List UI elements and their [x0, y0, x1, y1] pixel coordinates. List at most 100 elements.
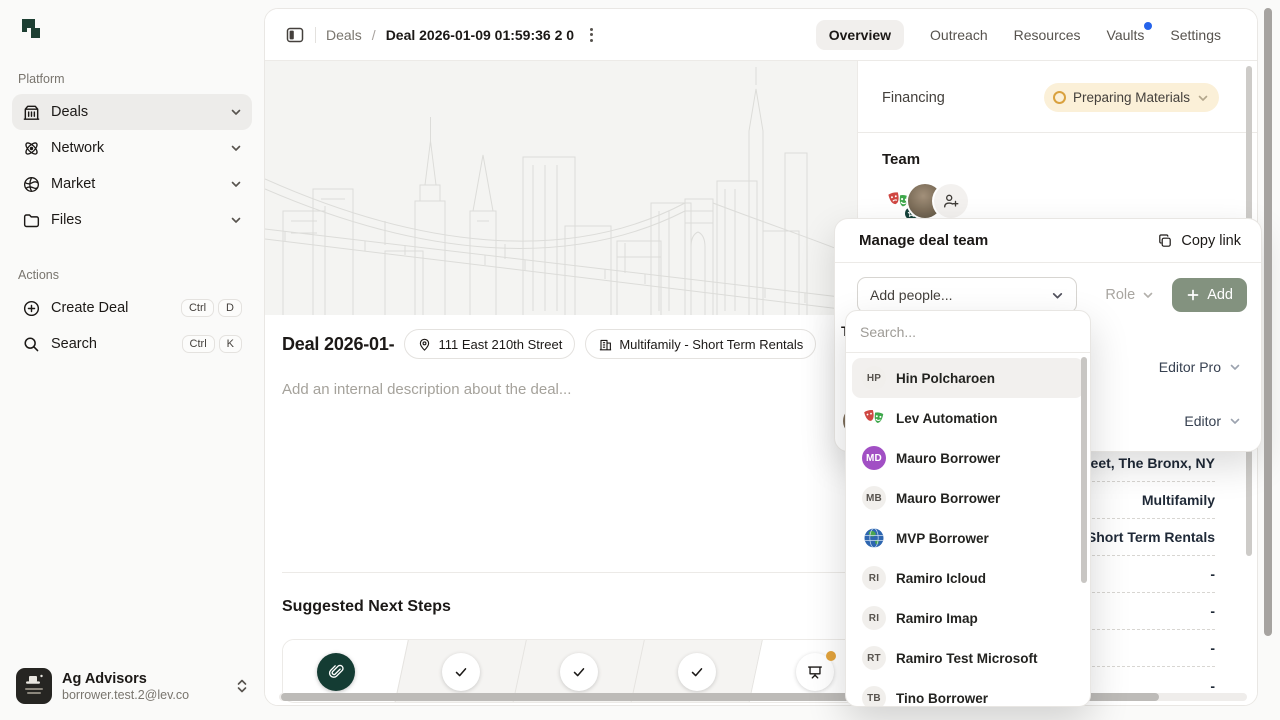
actions-section-label: Actions	[18, 268, 246, 282]
check-icon	[570, 663, 588, 681]
people-search-dropdown: HP Hin Polcharoen Lev Automation MD Maur…	[845, 310, 1091, 707]
search-icon	[22, 335, 41, 354]
tab-overview[interactable]: Overview	[816, 20, 904, 50]
tab-bar: Overview Outreach Resources Vaults Setti…	[816, 20, 1237, 50]
add-people-select[interactable]: Add people...	[857, 277, 1077, 313]
divider	[858, 132, 1257, 133]
popover-header: Manage deal team Copy link	[835, 219, 1261, 263]
property-type-chip[interactable]: Multifamily - Short Term Rentals	[585, 329, 816, 359]
chevron-down-icon	[230, 214, 242, 226]
member-role-select[interactable]: Editor	[1184, 413, 1241, 429]
avatar: HP	[862, 366, 886, 390]
status-ring-icon	[1053, 91, 1066, 104]
next-steps-title: Suggested Next Steps	[282, 598, 451, 616]
address-chip[interactable]: 111 East 210th Street	[404, 329, 575, 359]
network-icon	[22, 139, 41, 158]
chevron-down-icon	[230, 142, 242, 154]
sidebar-item-market[interactable]: Market	[12, 166, 252, 202]
page-scrollbar-thumb[interactable]	[1264, 8, 1272, 636]
financing-status: Preparing Materials	[1073, 90, 1190, 105]
paperclip-icon	[327, 663, 345, 681]
chevron-down-icon	[230, 178, 242, 190]
role-select[interactable]: Role	[1105, 287, 1154, 303]
workspace-switcher[interactable]: Ag Advisors borrower.test.2@lev.co	[12, 664, 252, 708]
chevron-down-icon	[1197, 92, 1209, 104]
list-item[interactable]: RI Ramiro Icloud	[852, 558, 1084, 598]
tab-settings[interactable]: Settings	[1170, 20, 1221, 50]
location-pin-icon	[417, 337, 432, 352]
step-attach-button[interactable]	[317, 653, 355, 691]
list-item[interactable]: RI Ramiro Imap	[852, 598, 1084, 638]
workspace-name: Ag Advisors	[62, 670, 189, 688]
list-item[interactable]: MB Mauro Borrower	[852, 478, 1084, 518]
description-placeholder[interactable]: Add an internal description about the de…	[282, 381, 571, 398]
deal-overview-column: Deal 2026-01- 111 East 210th Street Mult…	[265, 61, 857, 705]
sidebar-item-deals[interactable]: Deals	[12, 94, 252, 130]
tab-resources[interactable]: Resources	[1014, 20, 1081, 50]
breadcrumb-separator: /	[372, 27, 376, 43]
sidebar-item-label: Network	[51, 140, 104, 156]
search-button[interactable]: Search Ctrl K	[12, 326, 252, 362]
workspace-email: borrower.test.2@lev.co	[62, 688, 189, 702]
check-icon	[452, 663, 470, 681]
building-icon	[598, 337, 613, 352]
avatar: RI	[862, 606, 886, 630]
folder-icon	[22, 211, 41, 230]
chevron-down-icon	[1142, 289, 1154, 301]
add-button[interactable]: Add	[1172, 278, 1247, 312]
chevron-down-icon	[230, 106, 242, 118]
avatar: MD	[862, 446, 886, 470]
list-item[interactable]: MD Mauro Borrower	[852, 438, 1084, 478]
deal-title: Deal 2026-01-	[282, 334, 394, 355]
people-search-input[interactable]	[860, 324, 1076, 340]
popover-title: Manage deal team	[859, 232, 988, 249]
kebab-menu-icon[interactable]	[584, 22, 599, 48]
step-check-button[interactable]	[442, 653, 480, 691]
list-item[interactable]: MVP Borrower	[852, 518, 1084, 558]
presentation-icon	[806, 663, 824, 681]
step-check-button[interactable]	[560, 653, 598, 691]
person-plus-icon	[942, 192, 960, 210]
avatar: TB	[862, 686, 886, 707]
step-presentation-button[interactable]	[796, 653, 834, 691]
deal-title-row: Deal 2026-01- 111 East 210th Street Mult…	[282, 329, 853, 359]
list-item[interactable]: Lev Automation	[852, 398, 1084, 438]
divider	[315, 27, 316, 43]
create-deal-button[interactable]: Create Deal Ctrl D	[12, 290, 252, 326]
notification-dot	[826, 651, 836, 661]
notification-dot	[1144, 22, 1152, 30]
avatar: RT	[862, 646, 886, 670]
list-item[interactable]: TB Tino Borrower	[852, 678, 1084, 707]
plus-icon	[1186, 288, 1200, 302]
sidebar-item-files[interactable]: Files	[12, 202, 252, 238]
platform-section-label: Platform	[18, 72, 246, 86]
team-avatars	[882, 184, 1257, 218]
app-window: Platform Deals Network Market Files Acti…	[0, 0, 1280, 720]
breadcrumb-deals[interactable]: Deals	[326, 27, 362, 43]
masks-avatar-icon	[862, 406, 886, 430]
panel-toggle-icon[interactable]	[285, 25, 305, 45]
avatar: MB	[862, 486, 886, 510]
circle-plus-icon	[22, 299, 41, 318]
copy-link-button[interactable]: Copy link	[1157, 233, 1241, 249]
skyline-illustration	[265, 61, 857, 315]
sidebar-item-label: Deals	[51, 104, 88, 120]
shortcut-keys: Ctrl K	[182, 335, 242, 353]
member-role-select[interactable]: Editor Pro	[1159, 359, 1241, 375]
add-team-member-button[interactable]	[934, 184, 968, 218]
sidebar: Platform Deals Network Market Files Acti…	[0, 0, 264, 720]
up-down-icon	[236, 678, 248, 694]
horizontal-scrollbar-track[interactable]	[279, 693, 1247, 701]
chevron-down-icon	[1229, 415, 1241, 427]
tab-vaults[interactable]: Vaults	[1107, 20, 1145, 50]
search-row	[846, 311, 1090, 353]
tab-outreach[interactable]: Outreach	[930, 20, 988, 50]
step-check-button[interactable]	[678, 653, 716, 691]
popover-controls: Add people... Role Add	[857, 277, 1247, 313]
financing-status-dropdown[interactable]: Preparing Materials	[1044, 83, 1219, 112]
sidebar-item-network[interactable]: Network	[12, 130, 252, 166]
dropdown-scrollbar-thumb[interactable]	[1081, 357, 1087, 583]
globe-avatar-icon	[862, 526, 886, 550]
list-item[interactable]: RT Ramiro Test Microsoft	[852, 638, 1084, 678]
list-item[interactable]: HP Hin Polcharoen	[852, 358, 1084, 398]
